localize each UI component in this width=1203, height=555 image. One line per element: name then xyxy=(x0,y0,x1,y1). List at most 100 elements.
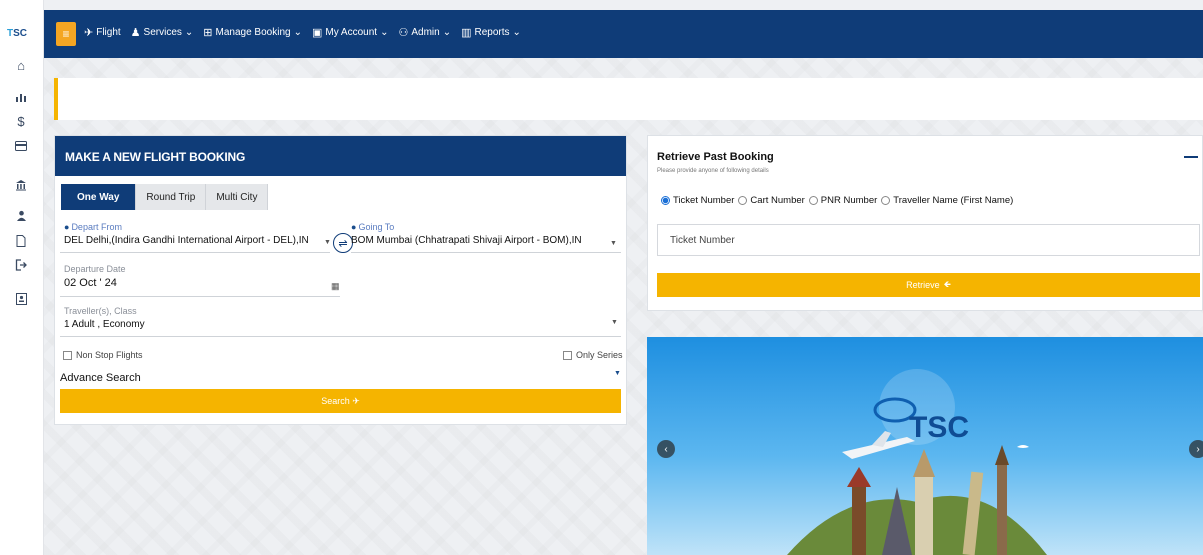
chevron-down-icon: ⌄ xyxy=(380,27,389,38)
plane-icon: ✈ xyxy=(349,395,360,406)
retrieve-subtitle: Please provide anyone of following detai… xyxy=(657,168,769,174)
hamburger-menu-button[interactable]: ≡ xyxy=(56,22,76,46)
chevron-down-icon: ⌄ xyxy=(442,27,452,38)
trip-type-tabs: One Way Round Trip Multi City xyxy=(61,184,269,210)
nav-flight[interactable]: ✈ Flight xyxy=(84,26,121,39)
going-to-label: ● Going To xyxy=(351,222,582,232)
nav-my-account[interactable]: ▣ My Account ⌄ xyxy=(312,26,389,39)
radio-ticket-number[interactable] xyxy=(661,196,670,205)
bar-chart-icon: ▥ xyxy=(461,27,472,39)
retrieve-booking-panel: Retrieve Past Booking Please provide any… xyxy=(647,135,1203,311)
chevron-down-icon: ▼ xyxy=(610,240,617,247)
chevron-down-icon: ▼ xyxy=(324,239,331,246)
account-icon: ▣ xyxy=(311,27,323,39)
depart-from-value: DEL Delhi,(Indira Gandhi International A… xyxy=(64,235,309,246)
tab-multi-city[interactable]: Multi City xyxy=(206,184,269,210)
retrieve-button[interactable]: Retrieve 🡸 xyxy=(657,273,1200,297)
depart-from-label: ● Depart From xyxy=(64,222,309,232)
travellers-class-label: Traveller(s), Class xyxy=(64,306,137,316)
tab-round-trip[interactable]: Round Trip xyxy=(136,184,207,210)
rail-logo[interactable]: TSC xyxy=(7,28,27,39)
sitemap-icon: ⊞ xyxy=(203,27,213,39)
bank-icon[interactable] xyxy=(12,176,30,194)
location-pin-icon: ● xyxy=(64,222,70,232)
non-stop-label: Non Stop Flights xyxy=(76,350,143,360)
nav-reports[interactable]: ▥ Reports ⌄ xyxy=(461,26,521,39)
checkbox-box xyxy=(563,350,572,360)
location-pin-icon: ● xyxy=(351,222,357,232)
departure-date-field[interactable]: Departure Date 02 Oct ' 24 xyxy=(64,264,126,289)
left-rail: TSC ⌂ $ xyxy=(0,0,44,555)
user-icon[interactable] xyxy=(12,206,30,224)
retrieve-title: Retrieve Past Booking xyxy=(657,151,774,163)
person-icon: ♟ xyxy=(130,27,141,39)
retrieve-button-label: Retrieve xyxy=(906,280,940,290)
nav-admin-label: Admin xyxy=(411,27,440,38)
search-button-label: Search xyxy=(321,396,350,406)
swap-airports-button[interactable]: ⇌ xyxy=(333,233,353,253)
carousel-prev-button[interactable]: ‹ xyxy=(657,440,675,458)
nav-reports-label: Reports xyxy=(474,27,510,38)
going-underline xyxy=(351,252,621,253)
notice-bar xyxy=(54,78,1203,120)
departure-date-value: 02 Oct ' 24 xyxy=(64,277,117,289)
chart-icon[interactable] xyxy=(12,88,30,106)
departure-date-label: Departure Date xyxy=(64,264,126,274)
arrow-left-icon: 🡸 xyxy=(943,279,951,289)
carousel-next-button[interactable]: › xyxy=(1189,440,1203,458)
search-button[interactable]: Search ✈ xyxy=(60,389,621,413)
checkbox-box xyxy=(63,350,72,360)
ticket-number-input[interactable]: Ticket Number xyxy=(657,224,1200,256)
depart-from-field[interactable]: ● Depart From DEL Delhi,(Indira Gandhi In… xyxy=(64,222,309,246)
radio-traveller-name[interactable] xyxy=(881,196,891,205)
card-icon[interactable] xyxy=(12,137,30,155)
radio-cart-number[interactable] xyxy=(738,196,748,205)
promo-banner: TSC ‹ › xyxy=(647,337,1203,555)
chevron-down-icon: ⌄ xyxy=(293,27,302,38)
chevron-down-icon: ⌄ xyxy=(184,27,194,38)
banner-illustration: TSC xyxy=(787,369,1047,555)
booking-panel-title: MAKE A NEW FLIGHT BOOKING xyxy=(55,136,626,176)
nav-manage-booking-label: Manage Booking xyxy=(215,27,291,38)
collapse-icon[interactable] xyxy=(1184,156,1198,158)
chevron-down-icon: ▼ xyxy=(611,319,618,326)
nav-my-account-label: My Account xyxy=(325,27,378,38)
radio-cart-number-label: Cart Number xyxy=(750,195,805,206)
going-to-field[interactable]: ● Going To BOM Mumbai (Chhatrapati Shivaj… xyxy=(351,222,582,246)
nav-admin[interactable]: ⚇ Admin ⌄ xyxy=(398,26,451,39)
plane-icon: ✈ xyxy=(84,27,94,39)
radio-pnr-number-label: PNR Number xyxy=(820,195,878,206)
banner-logo-text: TSC xyxy=(909,411,969,444)
nav-services-label: Services xyxy=(143,27,182,38)
retrieve-options: Ticket Number Cart Number PNR Number Tra… xyxy=(657,195,1013,206)
calendar-icon[interactable]: ▦ xyxy=(331,281,340,292)
nav-services[interactable]: ♟ Services ⌄ xyxy=(131,26,194,39)
travellers-class-value: 1 Adult , Economy xyxy=(64,319,145,330)
depart-from-label-text: Depart From xyxy=(71,222,122,232)
advance-search-toggle[interactable]: Advance Search xyxy=(60,372,141,384)
radio-ticket-number-label: Ticket Number xyxy=(673,195,735,206)
radio-pnr-number[interactable] xyxy=(808,196,818,205)
depart-underline xyxy=(60,252,330,253)
dollar-icon[interactable]: $ xyxy=(12,112,30,130)
only-series-label: Only Series xyxy=(576,350,623,360)
chevron-down-icon: ⌄ xyxy=(512,27,521,38)
id-card-icon[interactable] xyxy=(12,290,30,308)
going-to-label-text: Going To xyxy=(358,222,395,232)
flight-booking-panel: MAKE A NEW FLIGHT BOOKING One Way Round … xyxy=(54,135,627,425)
document-icon[interactable] xyxy=(12,232,30,250)
radio-traveller-name-label: Traveller Name (First Name) xyxy=(893,195,1014,206)
home-icon[interactable]: ⌂ xyxy=(12,56,30,74)
chevron-down-icon: ▼ xyxy=(614,370,621,377)
rail-logo-text: SC xyxy=(13,28,28,39)
main-nav: ✈ Flight ♟ Services ⌄ ⊞ Manage Booking ⌄ ▣ My … xyxy=(84,26,521,39)
non-stop-checkbox[interactable]: Non Stop Flights xyxy=(63,350,143,360)
date-underline xyxy=(60,296,340,297)
users-cog-icon: ⚇ xyxy=(398,27,409,39)
tab-one-way[interactable]: One Way xyxy=(61,184,137,210)
logout-icon[interactable] xyxy=(12,256,30,274)
nav-manage-booking[interactable]: ⊞ Manage Booking ⌄ xyxy=(203,26,302,39)
only-series-checkbox[interactable]: Only Series xyxy=(563,350,623,360)
travellers-class-field[interactable]: Traveller(s), Class 1 Adult , Economy xyxy=(64,306,145,330)
travellers-underline xyxy=(60,336,621,337)
